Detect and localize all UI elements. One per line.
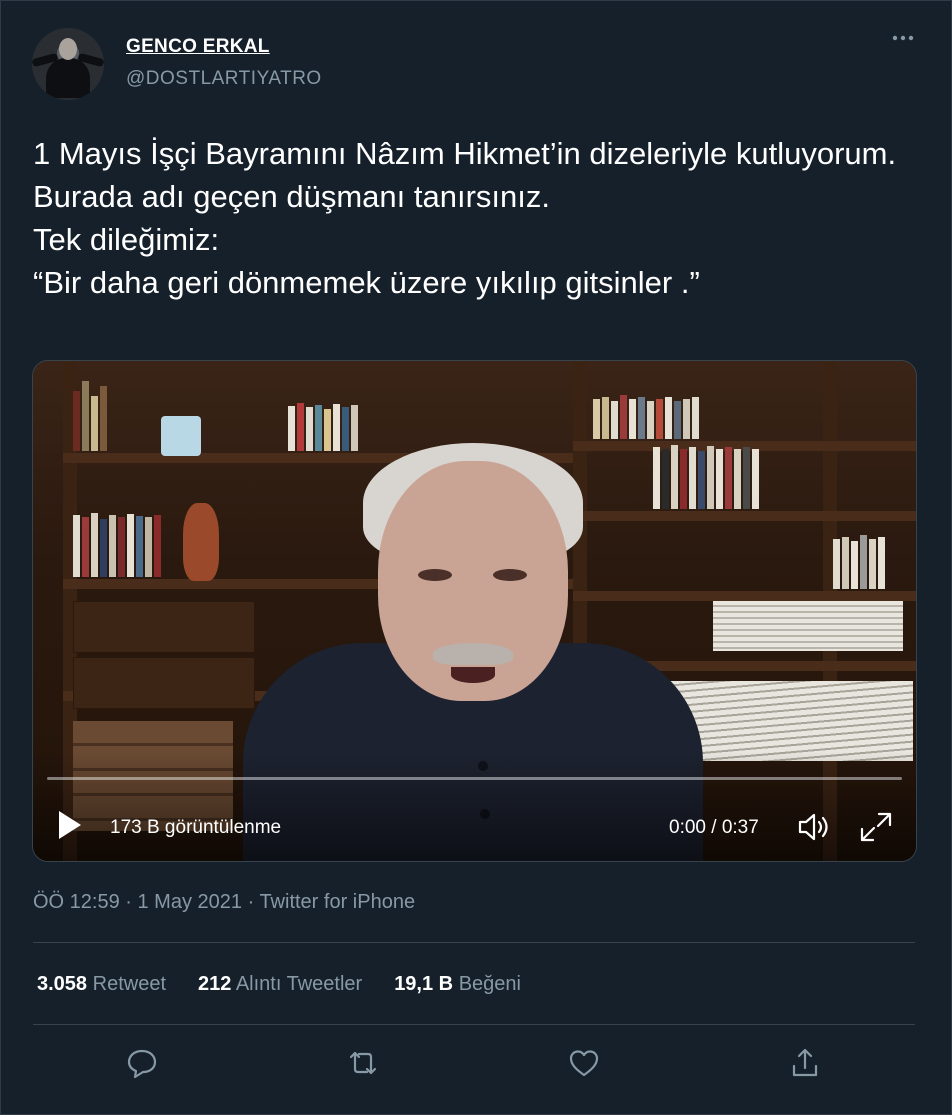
author-handle[interactable]: @DOSTLARTIYATRO	[126, 68, 322, 90]
share-icon[interactable]	[788, 1046, 822, 1080]
meta-separator: ·	[119, 891, 138, 913]
retweet-count: 3.058	[37, 973, 88, 995]
author-name[interactable]: GENCO ERKAL	[126, 36, 270, 58]
fullscreen-icon[interactable]	[859, 811, 893, 843]
video-person-face	[378, 461, 568, 701]
drawer	[73, 657, 255, 709]
video-view-count: 173 B görüntülenme	[110, 817, 282, 838]
more-horizontal-icon	[892, 35, 914, 41]
video-person-eye	[493, 569, 527, 581]
tweet-time[interactable]: ÖÖ 12:59	[33, 891, 120, 913]
volume-icon[interactable]	[796, 811, 834, 843]
avatar-figure-head	[59, 38, 77, 60]
books-row	[73, 511, 161, 577]
quote-count: 212	[198, 973, 232, 995]
video-time: 0:00 / 0:37	[669, 817, 759, 838]
books-row	[833, 521, 885, 589]
heart-icon[interactable]	[567, 1046, 601, 1080]
quote-stat[interactable]: 212 Alıntı Tweetler	[198, 973, 362, 996]
video-person-eye	[418, 569, 452, 581]
tweet-source[interactable]: Twitter for iPhone	[259, 891, 415, 913]
bookshelf-shelf	[573, 511, 916, 521]
like-count: 19,1 B	[394, 973, 454, 995]
cup	[161, 416, 201, 456]
tweet-stats: 3.058 Retweet 212 Alıntı Tweetler 19,1 B…	[37, 973, 553, 996]
video-person-mouth	[451, 667, 495, 683]
retweet-stat[interactable]: 3.058 Retweet	[37, 973, 166, 996]
retweet-label: Retweet	[92, 973, 166, 995]
video-progress-bar[interactable]	[47, 777, 902, 780]
more-icon[interactable]	[888, 28, 918, 58]
video-player[interactable]: 173 B görüntülenme 0:00 / 0:37	[32, 360, 917, 862]
retweet-icon[interactable]	[346, 1046, 380, 1080]
reply-icon[interactable]	[125, 1046, 159, 1080]
divider	[33, 942, 915, 943]
bookshelf-shelf	[573, 591, 916, 601]
quote-label: Alıntı Tweetler	[235, 973, 363, 995]
video-controls-overlay	[33, 751, 916, 861]
video-person-moustache	[433, 643, 513, 665]
drawer	[73, 601, 255, 653]
paper-stack	[713, 601, 903, 651]
tweet-meta: ÖÖ 12:59 · 1 May 2021 · Twitter for iPho…	[33, 891, 415, 914]
books-row	[73, 376, 107, 451]
like-label: Beğeni	[458, 973, 521, 995]
avatar-figure-body	[46, 58, 90, 98]
tweet-text: 1 Mayıs İşçi Bayramını Nâzım Hikmet’in d…	[33, 136, 897, 300]
tweet-date[interactable]: 1 May 2021	[138, 891, 243, 913]
play-icon[interactable]	[59, 811, 81, 839]
vase	[183, 503, 219, 581]
books-row	[593, 381, 699, 439]
like-stat[interactable]: 19,1 B Beğeni	[394, 973, 521, 996]
books-row	[288, 401, 358, 451]
meta-separator: ·	[242, 891, 260, 913]
books-row	[653, 441, 759, 509]
avatar[interactable]	[32, 28, 104, 100]
divider	[33, 1024, 915, 1025]
